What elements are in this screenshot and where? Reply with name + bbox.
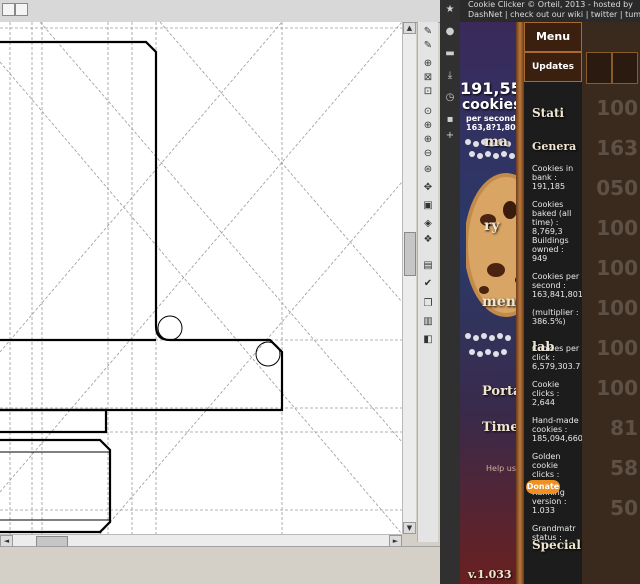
stat-row: (multiplier :386.5%) <box>532 308 582 326</box>
stat-value: 386.5%) <box>532 317 566 326</box>
zoom-icon[interactable]: ⊙ <box>421 106 435 118</box>
pan-icon[interactable]: ✥ <box>421 182 435 194</box>
lock-icon[interactable]: ▥ <box>421 316 435 328</box>
stat-label: Cookie clicks : <box>532 380 560 398</box>
stat-row: Cookies per click :6,579,303.7 <box>532 344 582 371</box>
menu-button[interactable]: Menu <box>524 22 582 52</box>
vertical-scrollbar[interactable]: ▲ ▼ <box>402 22 416 534</box>
store-building-count[interactable]: 100 <box>588 376 638 400</box>
donate-button[interactable]: Donate <box>526 480 560 494</box>
cad-status-area <box>0 546 440 584</box>
credits-bar: Cookie Clicker © Orteil, 2013 - hosted b… <box>460 0 640 22</box>
upgrade-slot[interactable] <box>586 52 612 84</box>
cad-window: ▲ ▼ ◄ ► ✎ ✎ ⊕ ⊠ ⊡ ⊙ ⊕ ⊕ ⊖ ⊛ ✥ ▣ ◈ ❖ ▤ ✔ … <box>0 0 440 584</box>
scroll-up-button[interactable]: ▲ <box>403 22 416 34</box>
updates-button[interactable]: Updates <box>524 52 582 82</box>
browser-sidebar: ★ ● ▬ ⤓ ◷ ▪ + <box>440 0 460 584</box>
store-building-count[interactable]: 100 <box>588 336 638 360</box>
pencil-icon[interactable]: ✎ <box>421 26 435 38</box>
star-icon[interactable]: ★ <box>444 4 456 16</box>
stats-panel: Stati Genera lab Special Cookies in bank… <box>524 22 583 584</box>
zoom-in-icon[interactable]: ⊕ <box>421 134 435 146</box>
stat-label: Grandmatr status : <box>532 524 576 542</box>
stat-label: Cookies baked (all time) : <box>532 200 572 227</box>
wood-divider <box>516 22 524 584</box>
monitor-icon[interactable]: ▣ <box>421 200 435 212</box>
stat-label: Hand-made cookies : <box>532 416 579 434</box>
cad-top-toolbar <box>0 0 440 23</box>
stat-value: 163,841,801 <box>532 290 583 299</box>
general-title: Genera <box>532 140 577 153</box>
add-icon[interactable]: + <box>444 130 456 142</box>
stat-row: Cookies per second :163,841,801 <box>532 272 583 299</box>
store-building-count[interactable]: 163 <box>588 136 638 160</box>
stat-label: Golden cookie clicks : <box>532 452 561 479</box>
stat-value: 185,094,660 <box>532 434 583 443</box>
stat-value: 8,769,3 <box>532 227 563 236</box>
stat-row: Hand-made cookies :185,094,660 <box>532 416 583 443</box>
drawing-canvas[interactable] <box>0 22 402 534</box>
stat-value: 191,185 <box>532 182 566 191</box>
zoom-in-icon[interactable]: ⊕ <box>421 120 435 132</box>
stat-label: Cookies in bank : <box>532 164 574 182</box>
user-icon[interactable]: ● <box>444 26 456 38</box>
store-building-count[interactable]: 100 <box>588 256 638 280</box>
stat-value: 6,579,303.7 <box>532 362 581 371</box>
plot-icon[interactable]: ❖ <box>421 234 435 246</box>
properties-icon[interactable]: ✔ <box>421 278 435 290</box>
stat-row: Grandmatr status : <box>532 524 582 542</box>
store-building-count[interactable]: 100 <box>588 96 638 120</box>
comment-icon[interactable]: ▪ <box>444 114 456 126</box>
vertical-scroll-thumb[interactable] <box>404 232 416 276</box>
zoom-window-icon[interactable]: ⊡ <box>421 86 435 98</box>
zoom-toolbar: ✎ ✎ ⊕ ⊠ ⊡ ⊙ ⊕ ⊕ ⊖ ⊛ ✥ ▣ ◈ ❖ ▤ ✔ ❐ ▥ ◧ <box>417 22 438 542</box>
cookie-clicker-game: 191,559, cookies per second : 163,8?1,80… <box>460 0 640 584</box>
download-icon[interactable]: ⤓ <box>444 70 456 82</box>
stat-row: Cookies in bank :191,185 <box>532 164 582 191</box>
stat-row: Cookies baked (all time) :8,769,3 <box>532 200 582 236</box>
zoom-out-icon[interactable]: ⊖ <box>421 148 435 160</box>
toolbar-button[interactable] <box>2 3 15 16</box>
credits-line-1: Cookie Clicker © Orteil, 2013 - hosted b… <box>468 0 633 9</box>
store-building-count[interactable]: 100 <box>588 216 638 240</box>
version-label: v.1.033 <box>468 568 512 581</box>
store-building-count[interactable]: 58 <box>588 456 638 480</box>
stat-row: Cookie clicks :2,644 <box>532 380 582 407</box>
milk-cursors-bottom <box>465 333 511 357</box>
stat-row: Buildings owned :949 <box>532 236 582 263</box>
stat-value: 2,644 <box>532 398 555 407</box>
scroll-down-button[interactable]: ▼ <box>403 522 416 534</box>
stat-value: 949 <box>532 254 548 263</box>
zoom-realtime-icon[interactable]: ⊛ <box>421 164 435 176</box>
pencil-icon[interactable]: ✎ <box>421 40 435 52</box>
history-icon[interactable]: ◷ <box>444 92 456 104</box>
layer-icon[interactable]: ◈ <box>421 218 435 230</box>
credits-links[interactable]: DashNet | check out our wiki | twitter |… <box>468 10 640 20</box>
stat-label: (multiplier : <box>532 308 579 317</box>
stat-label: Cookies per second : <box>532 272 580 290</box>
left-label: ry <box>484 218 500 234</box>
upgrade-slot[interactable] <box>612 52 638 84</box>
stats-title: Stati <box>532 106 565 120</box>
paste-icon[interactable]: ▤ <box>421 260 435 272</box>
stat-label: Cookies per click : <box>532 344 580 362</box>
chat-icon[interactable]: ▬ <box>444 48 456 60</box>
store-building-count[interactable]: 50 <box>588 496 638 520</box>
left-label: ma <box>484 134 508 150</box>
store-building-count[interactable]: 81 <box>588 416 638 440</box>
toolbar-button[interactable] <box>15 3 28 16</box>
scroll-corner <box>402 534 415 546</box>
cookies-word: cookies <box>462 97 522 113</box>
zoom-fit-icon[interactable]: ⊠ <box>421 72 435 84</box>
store-building-count[interactable]: 100 <box>588 296 638 320</box>
layer-icon[interactable]: ◧ <box>421 334 435 346</box>
stat-label: Buildings owned : <box>532 236 569 254</box>
stat-value: 1.033 <box>532 506 555 515</box>
drawing-svg <box>0 22 402 534</box>
copy-icon[interactable]: ❐ <box>421 298 435 310</box>
zoom-in-icon[interactable]: ⊕ <box>421 58 435 70</box>
store-building-count[interactable]: 050 <box>588 176 638 200</box>
